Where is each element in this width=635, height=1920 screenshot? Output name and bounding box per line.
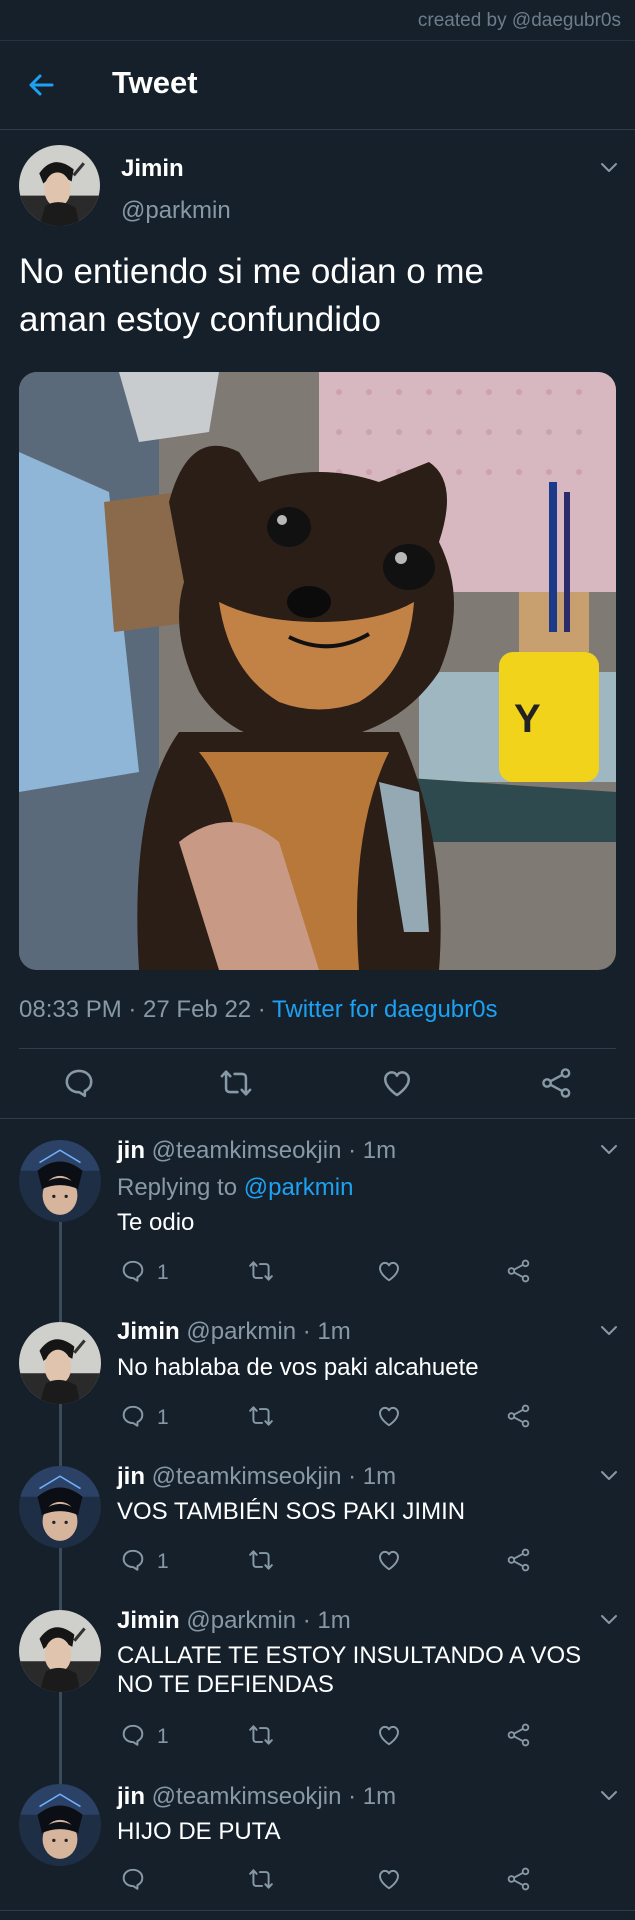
reply-icon[interactable] bbox=[120, 1403, 146, 1429]
reply-icon[interactable] bbox=[120, 1722, 146, 1748]
avatar[interactable] bbox=[19, 1610, 101, 1692]
like-icon[interactable] bbox=[380, 1066, 414, 1100]
chevron-down-icon[interactable] bbox=[600, 1614, 618, 1626]
reply-count: 1 bbox=[157, 1725, 169, 1748]
reply-author[interactable]: jin @teamkimseokjin · 1m bbox=[117, 1783, 396, 1811]
tweet-timestamp: 08:33 PM · 27 Feb 22 · bbox=[19, 996, 273, 1023]
svg-text:Y: Y bbox=[514, 697, 541, 741]
watermark-credit: created by @daegubr0s bbox=[417, 10, 621, 31]
like-icon[interactable] bbox=[376, 1547, 402, 1573]
chevron-down-icon[interactable] bbox=[600, 1325, 618, 1337]
tweet-text: No entiendo si me odian o me aman estoy … bbox=[19, 252, 484, 339]
share-icon[interactable] bbox=[506, 1722, 532, 1748]
reply-author[interactable]: jin @teamkimseokjin · 1m bbox=[117, 1463, 396, 1491]
reply-author[interactable]: jin @teamkimseokjin · 1m bbox=[117, 1137, 396, 1165]
tweet-photo[interactable]: Y bbox=[19, 372, 616, 970]
share-icon[interactable] bbox=[506, 1866, 532, 1892]
replying-to: Replying to @parkmin bbox=[117, 1174, 354, 1201]
reply-count: 1 bbox=[157, 1261, 169, 1284]
avatar[interactable] bbox=[19, 1140, 101, 1222]
reply-author[interactable]: Jimin @parkmin · 1m bbox=[117, 1607, 351, 1635]
page-title: Tweet bbox=[112, 65, 198, 100]
chevron-down-icon[interactable] bbox=[600, 1470, 618, 1482]
like-icon[interactable] bbox=[376, 1258, 402, 1284]
like-icon[interactable] bbox=[376, 1866, 402, 1892]
reply-text: Te odio bbox=[117, 1209, 195, 1236]
divider bbox=[0, 1910, 635, 1911]
share-icon[interactable] bbox=[506, 1403, 532, 1429]
chevron-down-icon[interactable] bbox=[600, 1144, 618, 1156]
chevron-down-icon[interactable] bbox=[600, 162, 618, 174]
thread-line bbox=[59, 1222, 62, 1322]
author-name[interactable]: Jimin bbox=[121, 155, 184, 183]
arrow-left-icon[interactable] bbox=[26, 69, 58, 101]
tweet-meta: 08:33 PM · 27 Feb 22 · Twitter for daegu… bbox=[19, 996, 497, 1024]
retweet-icon[interactable] bbox=[219, 1066, 253, 1100]
reply-count: 1 bbox=[157, 1406, 169, 1429]
chevron-down-icon[interactable] bbox=[600, 1790, 618, 1802]
reply-text: No hablaba de vos paki alcahuete bbox=[117, 1354, 479, 1381]
avatar[interactable] bbox=[19, 145, 100, 226]
avatar[interactable] bbox=[19, 1784, 101, 1866]
tweet-source-link[interactable]: Twitter for daegubr0s bbox=[272, 996, 497, 1023]
author-handle[interactable]: @parkmin bbox=[121, 197, 231, 225]
retweet-icon[interactable] bbox=[248, 1258, 274, 1284]
avatar[interactable] bbox=[19, 1322, 101, 1404]
like-icon[interactable] bbox=[376, 1722, 402, 1748]
share-icon[interactable] bbox=[506, 1258, 532, 1284]
reply-icon[interactable] bbox=[120, 1547, 146, 1573]
reply-icon[interactable] bbox=[120, 1258, 146, 1284]
mention-link[interactable]: @parkmin bbox=[244, 1174, 354, 1201]
reply-text: VOS TAMBIÉN SOS PAKI JIMIN bbox=[117, 1498, 466, 1525]
share-icon[interactable] bbox=[506, 1547, 532, 1573]
thread-line bbox=[59, 1692, 62, 1784]
reply-author[interactable]: Jimin @parkmin · 1m bbox=[117, 1318, 351, 1346]
reply-text: HIJO DE PUTA bbox=[117, 1818, 281, 1845]
divider bbox=[0, 1118, 635, 1119]
reply-icon[interactable] bbox=[62, 1066, 96, 1100]
reply-count: 1 bbox=[157, 1550, 169, 1573]
avatar[interactable] bbox=[19, 1466, 101, 1548]
retweet-icon[interactable] bbox=[248, 1866, 274, 1892]
thread-line bbox=[59, 1404, 62, 1466]
retweet-icon[interactable] bbox=[248, 1403, 274, 1429]
retweet-icon[interactable] bbox=[248, 1722, 274, 1748]
retweet-icon[interactable] bbox=[248, 1547, 274, 1573]
divider bbox=[19, 1048, 616, 1049]
reply-text: CALLATE TE ESTOY INSULTANDO A VOS NO TE … bbox=[117, 1642, 582, 1698]
top-bar: Tweet bbox=[0, 40, 635, 130]
share-icon[interactable] bbox=[540, 1066, 574, 1100]
reply-icon[interactable] bbox=[120, 1866, 146, 1892]
like-icon[interactable] bbox=[376, 1403, 402, 1429]
thread-line bbox=[59, 1548, 62, 1610]
